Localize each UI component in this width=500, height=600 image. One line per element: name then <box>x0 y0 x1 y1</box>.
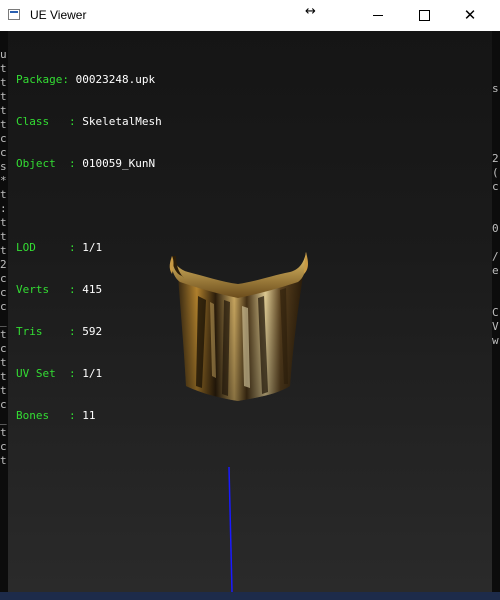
resize-cursor-icon: ↔ <box>305 4 316 19</box>
close-button[interactable]: ✕ <box>447 0 493 31</box>
minimize-button[interactable] <box>355 0 401 31</box>
minimize-icon <box>373 15 383 16</box>
window-bottom-edge <box>0 592 500 600</box>
window-title: UE Viewer <box>30 8 87 22</box>
maximize-button[interactable] <box>401 0 447 31</box>
title-bar[interactable]: UE Viewer ↔ ✕ <box>0 0 500 31</box>
maximize-icon <box>418 10 430 21</box>
ue-viewer-window: UE Viewer ↔ ✕ Package: 00023248.upk Clas… <box>0 0 500 600</box>
3d-viewport[interactable]: Package: 00023248.upk Class : SkeletalMe… <box>8 31 492 592</box>
skeletal-mesh-model <box>169 252 308 401</box>
close-icon: ✕ <box>463 6 477 24</box>
app-icon <box>8 9 20 20</box>
